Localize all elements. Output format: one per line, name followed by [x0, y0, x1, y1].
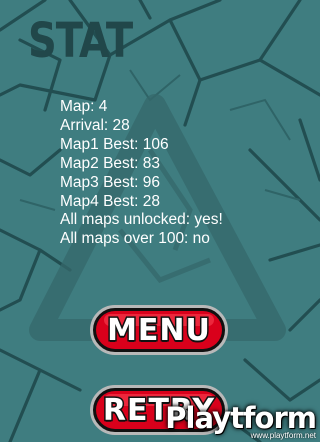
- stat-map1-best: Map1 Best: 106: [60, 135, 169, 153]
- stat-all-maps-over-100: All maps over 100: no: [60, 230, 210, 248]
- menu-button[interactable]: MENU: [90, 305, 228, 355]
- stats-list: Map: 4 Arrival: 28 Map1 Best: 106 Map2 B…: [60, 98, 223, 249]
- stat-current-map: Map: 4: [60, 98, 108, 115]
- stat-arrival: Arrival: 28: [60, 116, 130, 134]
- stat-all-maps-unlocked: All maps unlocked: yes!: [60, 211, 223, 229]
- stat-map2-best: Map2 Best: 83: [60, 154, 160, 172]
- menu-button-label: MENU: [106, 311, 212, 349]
- stat-map4-best: Map4 Best: 28: [60, 192, 160, 210]
- watermark-brand: Playtform: [165, 401, 317, 435]
- stat-map3-best: Map3 Best: 96: [60, 173, 160, 191]
- playtform-watermark: Playtform www.playtform.net: [165, 401, 317, 440]
- screen-title: STAT: [28, 14, 133, 70]
